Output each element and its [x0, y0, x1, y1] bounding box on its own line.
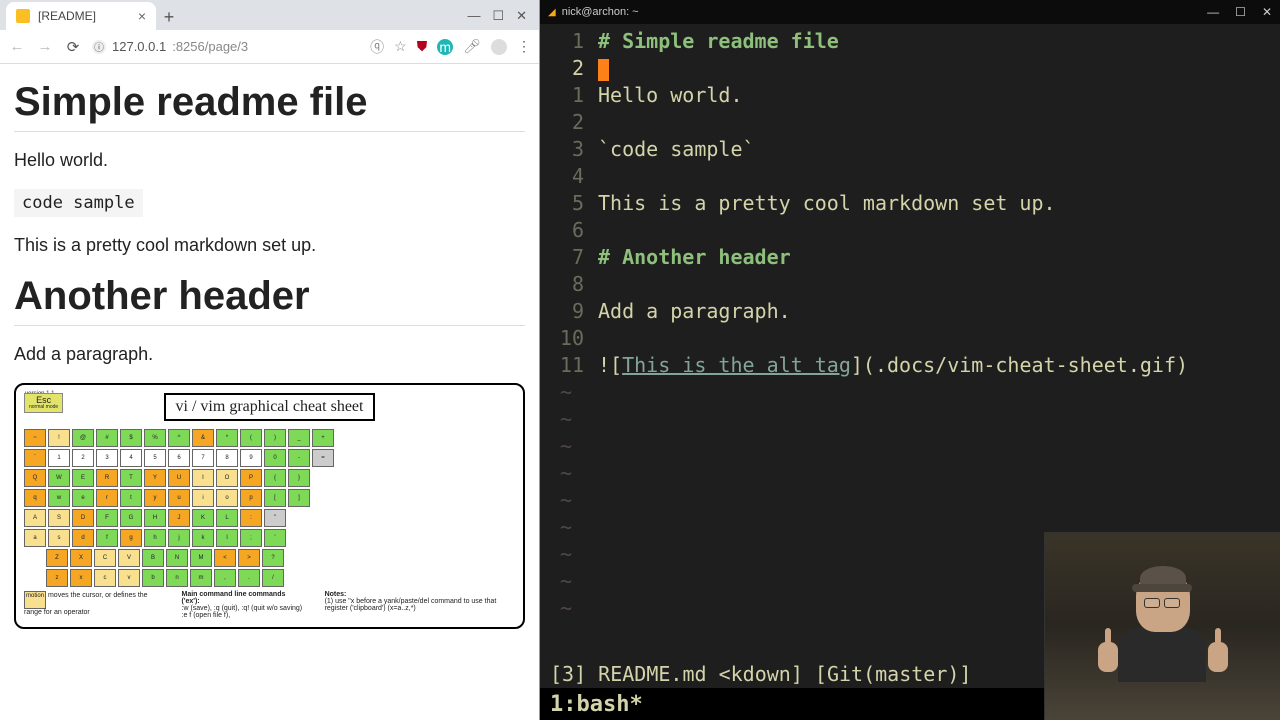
editor-line: 1# Simple readme file: [540, 28, 1280, 55]
editor-line: 9Add a paragraph.: [540, 298, 1280, 325]
cheat-sheet-notes: motion moves the cursor, or defines the …: [24, 591, 515, 619]
keyboard-row: asdfghjkl;': [24, 529, 515, 547]
tab-close-icon[interactable]: ×: [138, 8, 146, 24]
editor-line: 7# Another header: [540, 244, 1280, 271]
editor-line: 11![This is the alt tag](.docs/vim-cheat…: [540, 352, 1280, 379]
minimize-icon[interactable]: —: [467, 8, 480, 24]
browser-tab[interactable]: [README] ×: [6, 2, 156, 30]
editor-line: 10: [540, 325, 1280, 352]
empty-line-tilde: ~: [540, 433, 1280, 460]
minimize-icon[interactable]: —: [1207, 5, 1219, 19]
editor-line: 8: [540, 271, 1280, 298]
terminal-title: nick@archon: ~: [562, 6, 639, 18]
esc-key: Esc normal mode: [24, 393, 63, 413]
editor-line: 2: [540, 55, 1280, 82]
paragraph: Add a paragraph.: [14, 344, 525, 365]
code-block: code sample: [14, 189, 525, 217]
keyboard-row: `1234567890-=: [24, 449, 515, 467]
paragraph: Hello world.: [14, 150, 525, 171]
url-field[interactable]: ⓘ 127.0.0.1 :8256/page/3: [92, 39, 360, 54]
site-info-icon[interactable]: ⓘ: [92, 40, 106, 54]
keyboard-row: qwertyuiop[]: [24, 489, 515, 507]
mic-icon[interactable]: 🎤︎: [463, 38, 481, 55]
editor-line: 1Hello world.: [540, 82, 1280, 109]
empty-line-tilde: ~: [540, 379, 1280, 406]
reload-icon[interactable]: ⟳: [64, 38, 82, 56]
browser-window-controls: — ☐ ✕: [467, 8, 539, 30]
browser-menu-icon[interactable]: ⋮: [517, 38, 531, 55]
maximize-icon[interactable]: ☐: [1235, 5, 1246, 19]
toolbar-icons: ⓠ ☆ ⛊ m 🎤︎ ⋮: [370, 37, 531, 57]
search-engine-icon[interactable]: ⓠ: [370, 37, 384, 57]
url-host: 127.0.0.1: [112, 39, 166, 54]
empty-line-tilde: ~: [540, 460, 1280, 487]
back-icon[interactable]: ←: [8, 38, 26, 56]
browser-window: [README] × + — ☐ ✕ ← → ⟳ ⓘ 127.0.0.1 :825…: [0, 0, 540, 720]
paragraph: This is a pretty cool markdown set up.: [14, 235, 525, 256]
editor-line: 6: [540, 217, 1280, 244]
keyboard-row: QWERTYUIOP{}: [24, 469, 515, 487]
forward-icon[interactable]: →: [36, 38, 54, 56]
empty-line-tilde: ~: [540, 487, 1280, 514]
ublock-icon[interactable]: ⛊: [417, 38, 428, 55]
url-path: :8256/page/3: [172, 39, 248, 54]
terminal-window-controls: — ☐ ✕: [1207, 5, 1272, 19]
page-heading-1: Simple readme file: [14, 80, 525, 132]
close-window-icon[interactable]: ✕: [516, 8, 527, 24]
editor-line: 5This is a pretty cool markdown set up.: [540, 190, 1280, 217]
bookmark-icon[interactable]: ☆: [394, 38, 407, 55]
vim-cheat-sheet-image: version 1.1 April 1st, 06 Esc normal mod…: [14, 383, 525, 629]
terminal-titlebar: ◢ nick@archon: ~ — ☐ ✕: [540, 0, 1280, 24]
terminal-window: ◢ nick@archon: ~ — ☐ ✕ 1# Simple readme …: [540, 0, 1280, 720]
cheat-sheet-title: vi / vim graphical cheat sheet: [164, 393, 376, 421]
page-heading-2: Another header: [14, 274, 525, 326]
extension-icon[interactable]: m: [437, 39, 453, 55]
new-tab-button[interactable]: +: [156, 4, 182, 30]
webcam-overlay: [1044, 532, 1280, 720]
tab-title: [README]: [38, 9, 96, 23]
maximize-icon[interactable]: ☐: [492, 8, 504, 24]
tab-strip: [README] × + — ☐ ✕: [0, 0, 539, 30]
profile-avatar-icon[interactable]: [491, 39, 507, 55]
rendered-page: Simple readme file Hello world. code sam…: [0, 64, 539, 720]
webcam-person: [1118, 572, 1208, 682]
address-bar: ← → ⟳ ⓘ 127.0.0.1 :8256/page/3 ⓠ ☆ ⛊ m 🎤︎…: [0, 30, 539, 64]
favicon-icon: [16, 9, 30, 23]
close-window-icon[interactable]: ✕: [1262, 5, 1272, 19]
editor-line: 2: [540, 109, 1280, 136]
editor-line: 3`code sample`: [540, 136, 1280, 163]
keyboard-row: zxcvbnm,./: [46, 569, 515, 587]
editor-line: 4: [540, 163, 1280, 190]
empty-line-tilde: ~: [540, 406, 1280, 433]
keyboard-row: ASDFGHJKL:": [24, 509, 515, 527]
terminal-app-icon: ◢: [548, 7, 556, 18]
keyboard-row: ~!@#$%^&*()_+: [24, 429, 515, 447]
keyboard-row: ZXCVBNM<>?: [46, 549, 515, 567]
